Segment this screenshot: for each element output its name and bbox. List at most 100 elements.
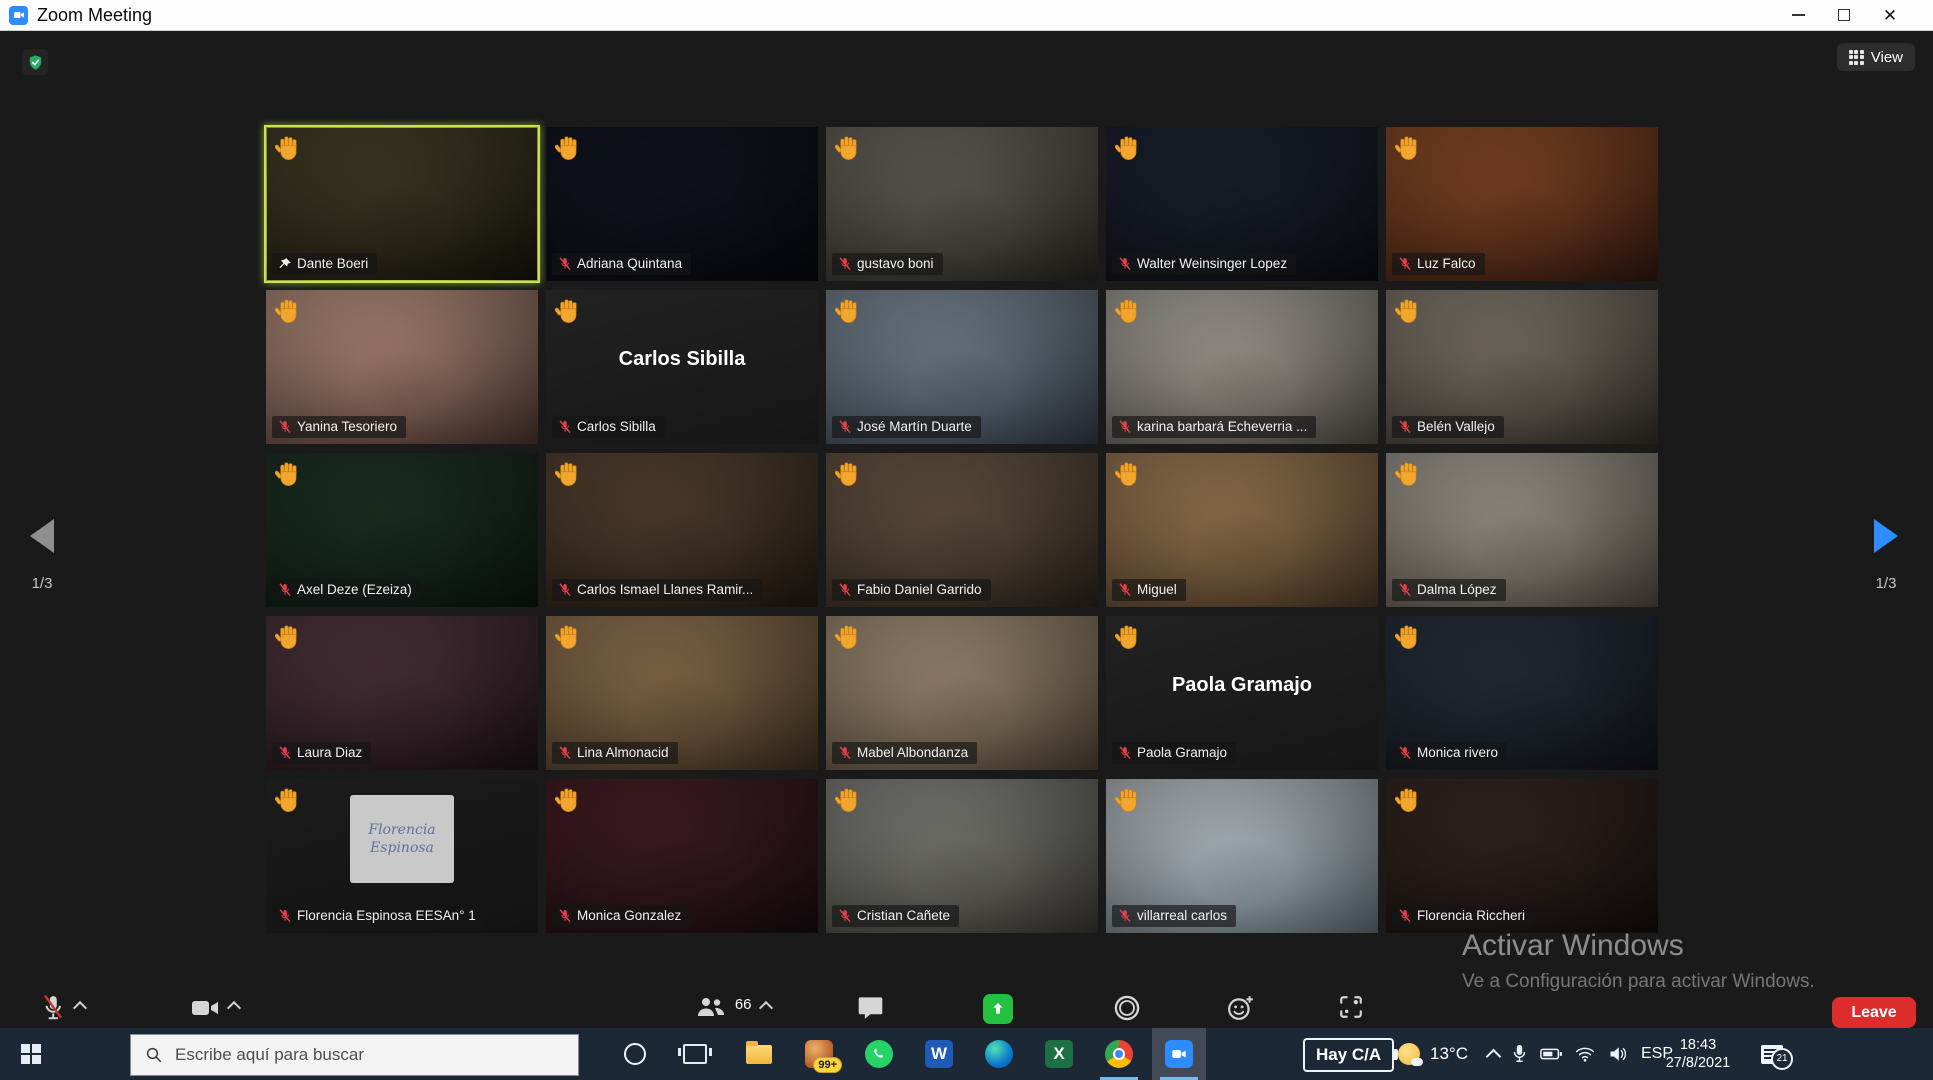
participant-tile[interactable]: José Martín Duarte xyxy=(826,290,1098,444)
clock-date: 27/8/2021 xyxy=(1666,1054,1731,1072)
notification-icon: 21 xyxy=(1761,1045,1783,1064)
chrome-button[interactable] xyxy=(1092,1028,1146,1080)
file-explorer-button[interactable] xyxy=(732,1028,786,1080)
participant-tile[interactable]: karina barbará Echeverria ... xyxy=(1106,290,1378,444)
weather-widget[interactable]: 13°C xyxy=(1398,1028,1468,1080)
participant-tile[interactable]: Walter Weinsinger Lopez xyxy=(1106,127,1378,281)
raised-hand-icon xyxy=(275,460,303,488)
badge-99: 99+ xyxy=(813,1057,842,1073)
restore-button[interactable] xyxy=(1821,0,1867,30)
reactions-icon xyxy=(1227,994,1255,1022)
raised-hand-icon xyxy=(275,623,303,651)
participant-tile[interactable]: Laura Diaz xyxy=(266,616,538,770)
zoom-app-icon xyxy=(9,6,28,25)
app-badge-99-icon: 99+ xyxy=(805,1040,833,1068)
video-options-caret[interactable] xyxy=(227,1001,241,1015)
edge-button[interactable] xyxy=(972,1028,1026,1080)
start-button[interactable] xyxy=(0,1028,62,1080)
badged-app-button[interactable]: 99+ xyxy=(792,1028,846,1080)
activate-windows-watermark: Activar Windows xyxy=(1462,929,1684,963)
excel-icon: X xyxy=(1045,1040,1073,1068)
hidden-icons-chevron[interactable] xyxy=(1486,1048,1502,1064)
participant-name-label: villarreal carlos xyxy=(1112,905,1236,927)
title-bar: Zoom Meeting ✕ xyxy=(0,0,1933,31)
participant-name: Dalma López xyxy=(1417,582,1497,597)
raised-hand-icon xyxy=(1395,134,1423,162)
previous-page-arrow-icon[interactable] xyxy=(30,519,54,553)
battery-icon[interactable] xyxy=(1540,1047,1562,1061)
participant-name: Miguel xyxy=(1137,582,1177,597)
record-icon xyxy=(1113,994,1141,1022)
hay-ca-button[interactable]: Hay C/A xyxy=(1303,1038,1394,1072)
participant-tile[interactable]: Axel Deze (Ezeiza) xyxy=(266,453,538,607)
clock-time: 18:43 xyxy=(1680,1036,1716,1054)
participant-tile[interactable]: Luz Falco xyxy=(1386,127,1658,281)
action-center-button[interactable]: 21 xyxy=(1742,1028,1802,1080)
taskbar-search[interactable] xyxy=(130,1034,579,1076)
participant-tile[interactable]: Mabel Albondanza xyxy=(826,616,1098,770)
word-button[interactable]: W xyxy=(912,1028,966,1080)
participant-name: Cristian Cañete xyxy=(857,908,950,923)
raised-hand-icon xyxy=(1115,297,1143,325)
excel-button[interactable]: X xyxy=(1032,1028,1086,1080)
zoom-taskbar-button[interactable] xyxy=(1152,1028,1206,1080)
participant-name: Paola Gramajo xyxy=(1137,745,1227,760)
unmute-options-caret[interactable] xyxy=(73,1001,87,1015)
taskbar-clock[interactable]: 18:43 27/8/2021 xyxy=(1658,1028,1738,1080)
participant-tile[interactable]: Belén Vallejo xyxy=(1386,290,1658,444)
raised-hand-icon xyxy=(1115,623,1143,651)
participant-tile[interactable]: Monica Gonzalez xyxy=(546,779,818,933)
participant-tile[interactable]: Monica rivero xyxy=(1386,616,1658,770)
next-page-arrow-icon[interactable] xyxy=(1874,519,1898,553)
participant-name: Fabio Daniel Garrido xyxy=(857,582,982,597)
participant-name-label: Mabel Albondanza xyxy=(832,742,977,764)
mic-muted-icon xyxy=(558,746,572,760)
participant-tile[interactable]: Carlos Ismael Llanes Ramir... xyxy=(546,453,818,607)
leave-button[interactable]: Leave xyxy=(1832,997,1916,1028)
raised-hand-icon xyxy=(1395,460,1423,488)
participant-tile[interactable]: Carlos Sibilla Carlos Sibilla xyxy=(546,290,818,444)
participant-tile[interactable]: Florencia Riccheri xyxy=(1386,779,1658,933)
task-view-button[interactable] xyxy=(668,1028,722,1080)
whatsapp-button[interactable] xyxy=(852,1028,906,1080)
participant-name-label: Dalma López xyxy=(1392,579,1506,601)
mic-muted-icon xyxy=(838,746,852,760)
participants-options-caret[interactable] xyxy=(758,1001,772,1015)
minimize-button[interactable] xyxy=(1775,0,1821,30)
mic-muted-icon xyxy=(1118,746,1132,760)
security-shield-icon[interactable] xyxy=(22,49,48,75)
participant-tile[interactable]: Yanina Tesoriero xyxy=(266,290,538,444)
participant-tile[interactable]: gustavo boni xyxy=(826,127,1098,281)
participant-tile[interactable]: villarreal carlos xyxy=(1106,779,1378,933)
participant-name: Lina Almonacid xyxy=(577,745,669,760)
participant-tile[interactable]: Cristian Cañete xyxy=(826,779,1098,933)
participant-tile[interactable]: Miguel xyxy=(1106,453,1378,607)
participant-name: karina barbará Echeverria ... xyxy=(1137,419,1307,434)
wifi-icon[interactable] xyxy=(1575,1046,1595,1062)
participant-tile[interactable]: Fabio Daniel Garrido xyxy=(826,453,1098,607)
participant-tile[interactable]: Dalma López xyxy=(1386,453,1658,607)
close-button[interactable]: ✕ xyxy=(1867,0,1913,30)
participant-name-label: Fabio Daniel Garrido xyxy=(832,579,991,601)
edge-icon xyxy=(985,1040,1013,1068)
raised-hand-icon xyxy=(1115,460,1143,488)
participant-tile[interactable]: Florencia Espinosa Florencia Espinosa EE… xyxy=(266,779,538,933)
search-input[interactable] xyxy=(173,1044,537,1066)
mic-muted-icon xyxy=(1118,909,1132,923)
cortana-button[interactable] xyxy=(608,1028,662,1080)
volume-icon[interactable] xyxy=(1608,1045,1628,1063)
participant-name: villarreal carlos xyxy=(1137,908,1227,923)
participants-icon xyxy=(696,994,726,1020)
participant-name: gustavo boni xyxy=(857,256,934,271)
participant-tile[interactable]: Lina Almonacid xyxy=(546,616,818,770)
mic-muted-icon xyxy=(558,583,572,597)
mic-muted-icon xyxy=(1398,583,1412,597)
mic-muted-icon xyxy=(838,420,852,434)
participant-tile[interactable]: Adriana Quintana xyxy=(546,127,818,281)
temperature: 13°C xyxy=(1430,1044,1468,1064)
participant-tile[interactable]: Paola Gramajo Paola Gramajo xyxy=(1106,616,1378,770)
view-button[interactable]: View xyxy=(1837,43,1915,71)
file-explorer-icon xyxy=(746,1045,772,1064)
participant-tile[interactable]: Dante Boeri xyxy=(266,127,538,281)
tray-mic-icon[interactable] xyxy=(1512,1044,1527,1064)
